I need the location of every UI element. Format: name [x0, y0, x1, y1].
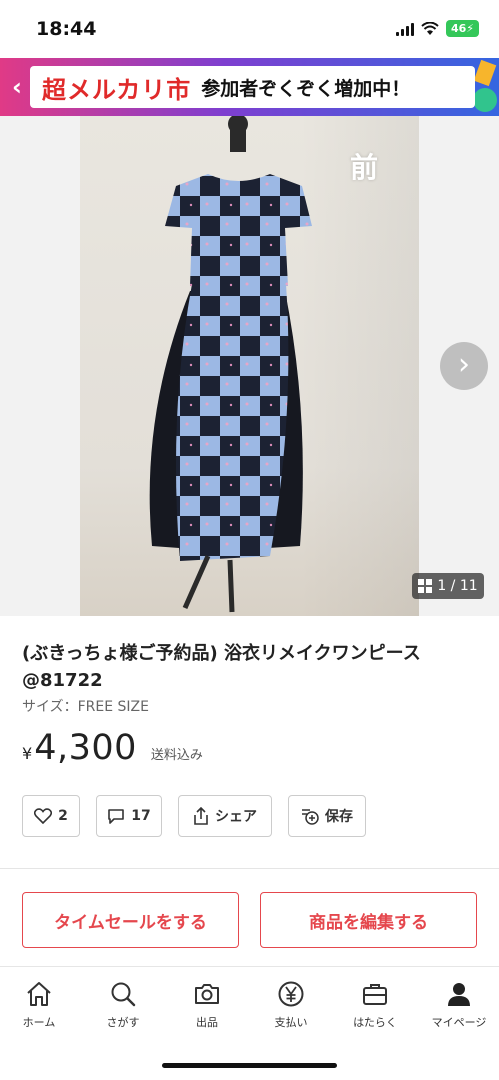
like-button[interactable]: 2: [22, 795, 80, 837]
home-indicator: [162, 1063, 337, 1068]
edit-item-button[interactable]: 商品を編集する: [260, 892, 477, 948]
comment-count: 17: [131, 808, 151, 824]
briefcase-icon: [363, 984, 387, 1005]
status-bar: 18:44 46⚡: [0, 0, 499, 58]
next-photo-button[interactable]: ›: [440, 342, 488, 390]
battery-level: 46: [450, 22, 467, 35]
share-label: シェア: [215, 809, 257, 825]
campaign-banner[interactable]: ‹ 超メルカリ市 参加者ぞくぞく増加中！: [0, 58, 499, 116]
price-row: ¥ 4,300 送料込み: [22, 728, 203, 768]
wifi-icon: [421, 21, 439, 35]
tab-mypage-label: マイページ: [431, 1016, 487, 1029]
tab-payment[interactable]: 支払い: [256, 979, 326, 1030]
battery-icon: 46⚡: [445, 20, 479, 37]
currency-symbol: ¥: [22, 744, 33, 763]
banner-text: 参加者ぞくぞく増加中！: [201, 77, 411, 100]
tab-search[interactable]: さがす: [88, 979, 158, 1030]
tab-search-label: さがす: [106, 1016, 140, 1029]
banner-decoration: [473, 59, 497, 87]
product-size: サイズ：FREE SIZE: [22, 699, 149, 715]
back-icon[interactable]: ‹: [12, 72, 22, 102]
heart-icon: [34, 808, 53, 824]
comment-icon: [108, 808, 125, 824]
grid-icon: [418, 579, 433, 593]
product-title: (ぶきっちょ様ご予約品) 浴衣リメイクワンピース @81722: [22, 643, 421, 691]
signal-icon: [395, 22, 414, 36]
comment-button[interactable]: 17: [96, 795, 162, 837]
share-icon: [194, 807, 208, 825]
banner-logo: 超メルカリ市: [42, 75, 192, 104]
photo-caption: 前: [350, 151, 379, 184]
tab-listing[interactable]: 出品: [172, 979, 242, 1030]
tab-work-label: はたらく: [353, 1016, 397, 1029]
dress-image: [149, 116, 312, 613]
tab-mypage[interactable]: マイページ: [424, 979, 494, 1030]
banner-content: 超メルカリ市 参加者ぞくぞく増加中！: [30, 66, 475, 108]
status-icons: 46⚡: [395, 20, 479, 37]
divider: [0, 868, 499, 869]
tab-home-label: ホーム: [22, 1016, 56, 1029]
save-button[interactable]: 保存: [288, 795, 366, 837]
tab-payment-label: 支払い: [274, 1016, 308, 1029]
photo-counter-text: 1 / 11: [437, 578, 478, 594]
shipping-info: 送料込み: [150, 748, 203, 763]
save-label: 保存: [325, 809, 353, 825]
photo-counter[interactable]: 1 / 11: [412, 573, 484, 599]
product-price: 4,300: [34, 728, 137, 768]
status-time: 18:44: [36, 18, 97, 40]
yen-icon: [278, 981, 304, 1007]
banner-decoration-circle: [473, 88, 497, 112]
action-row: 2 17 シェア 保存: [22, 795, 366, 837]
share-button[interactable]: シェア: [178, 795, 272, 837]
tab-home[interactable]: ホーム: [4, 979, 74, 1030]
search-icon: [111, 982, 136, 1007]
save-list-icon: [302, 809, 319, 825]
photo-carousel[interactable]: 前 › 1 / 11: [0, 116, 499, 616]
time-sale-button[interactable]: タイムセールをする: [22, 892, 239, 948]
camera-icon: [195, 984, 219, 1004]
like-count: 2: [58, 808, 68, 824]
product-photo[interactable]: [80, 116, 419, 616]
tab-work[interactable]: はたらく: [340, 979, 410, 1030]
user-icon: [448, 983, 470, 1006]
home-icon: [27, 982, 51, 1006]
tab-listing-label: 出品: [196, 1016, 218, 1029]
